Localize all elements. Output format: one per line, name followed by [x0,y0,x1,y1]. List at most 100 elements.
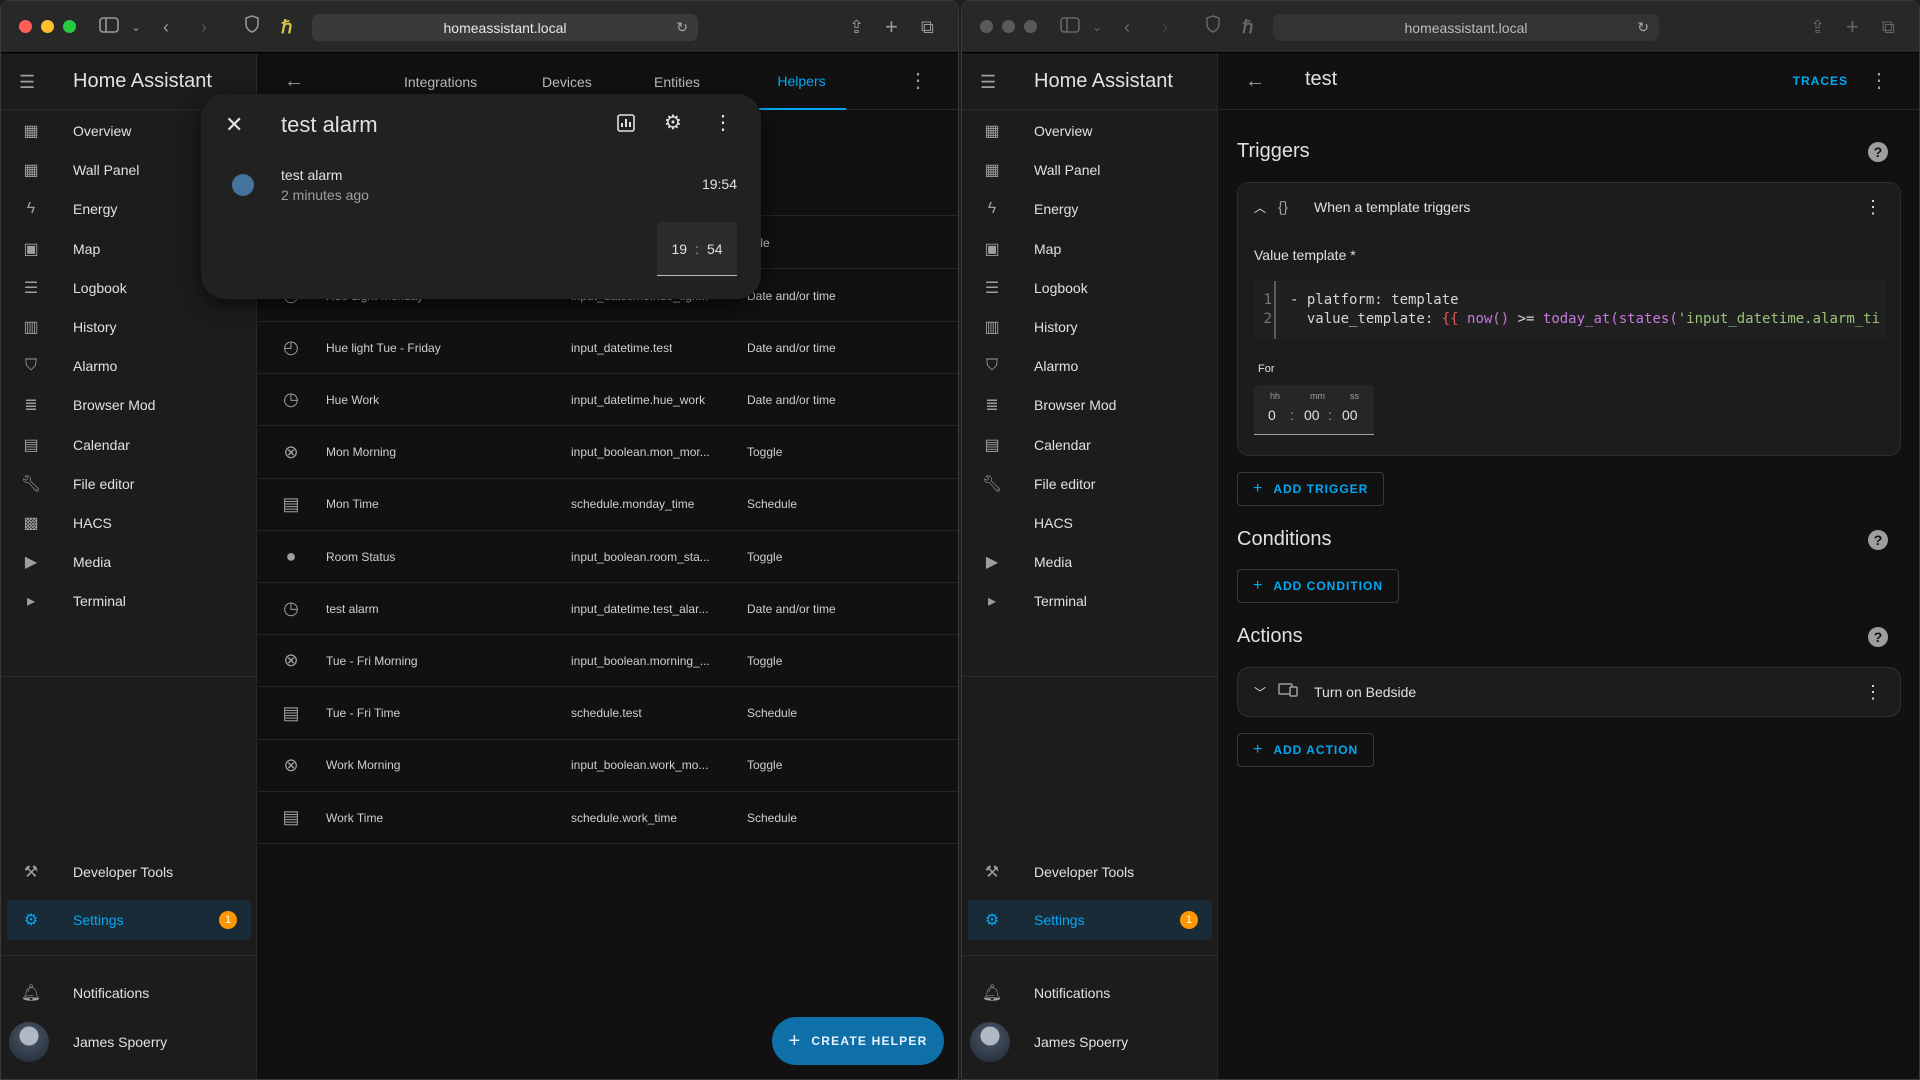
settings-cog-icon[interactable]: ⚙ [664,110,682,135]
back-nav-icon[interactable]: ‹ [163,15,169,39]
create-helper-button[interactable]: + CREATE HELPER [772,1017,944,1065]
share-icon[interactable]: ⇪ [849,15,864,39]
sidebar-item-file-editor[interactable]: 🔧︎ File editor [7,464,251,504]
forward-nav-icon[interactable]: › [1162,15,1168,39]
sidebar-item-browser-mod[interactable]: ≣ Browser Mod [968,385,1212,425]
shield-privacy-icon[interactable] [245,15,259,39]
add-condition-button[interactable]: + ADD CONDITION [1237,569,1400,603]
sidebar-item-history[interactable]: ▥ History [968,307,1212,347]
sidebar-toggle-icon[interactable] [1060,15,1080,39]
more-vert-icon[interactable]: ⋮ [1869,68,1889,93]
action-card-header[interactable]: ﹀ Turn on Bedside ⋮ [1238,668,1900,716]
back-arrow-icon[interactable]: ← [1245,70,1265,93]
help-icon[interactable]: ? [1868,627,1888,647]
hours-field[interactable]: 0 [1268,407,1276,423]
minute-field[interactable]: 54 [707,241,723,257]
duration-input[interactable]: hh mm ss 0 : 00 : 00 [1254,385,1374,435]
sidebar-item-alarmo[interactable]: ⛉ Alarmo [968,346,1212,386]
add-trigger-button[interactable]: + ADD TRIGGER [1237,472,1385,506]
sidebar-toggle-icon[interactable] [99,15,119,39]
help-icon[interactable]: ? [1868,530,1888,550]
window-zoom-button[interactable] [1024,20,1037,33]
extension-icon[interactable]: ℏ [1242,15,1253,39]
more-vert-icon[interactable]: ⋮ [908,68,928,93]
seconds-field[interactable]: 00 [1342,407,1358,423]
table-row[interactable]: ◷ test alarm input_datetime.test_alar... Da… [258,583,958,636]
sidebar-item-developer-tools[interactable]: ⚒ Developer Tools [7,852,251,892]
table-row[interactable]: ▤ Tue - Fri Time schedule.test Schedule [258,688,958,740]
new-tab-icon[interactable]: + [1846,15,1859,39]
sidebar-item-energy[interactable]: ϟ Energy [968,189,1212,229]
sidebar-item-settings[interactable]: ⚙ Settings 1 [968,900,1212,940]
chevron-down-icon[interactable]: ⌄ [1092,15,1102,39]
back-nav-icon[interactable]: ‹ [1124,15,1130,39]
table-row[interactable]: ◴ Hue light Tue - Friday input_datetime.te… [258,322,958,375]
window-close-button[interactable] [19,20,32,33]
sidebar-item-alarmo[interactable]: ⛉ Alarmo [7,346,251,386]
add-action-button[interactable]: + ADD ACTION [1237,733,1375,767]
close-icon[interactable]: ✕ [225,112,243,138]
sidebar-item-map[interactable]: ▣ Map [968,229,1212,269]
sidebar-item-logbook[interactable]: ☰ Logbook [968,268,1212,308]
sidebar-item-calendar[interactable]: ▤ Calendar [7,425,251,465]
chevron-up-icon[interactable]: ︿ [1254,199,1266,216]
code-editor[interactable]: 12 - platform: template value_template: … [1254,281,1886,339]
table-row[interactable]: ⊗ Tue - Fri Morning input_boolean.morning_… [258,635,958,688]
sidebar-item-media[interactable]: ▶ Media [7,542,251,582]
sidebar-item-wall-panel[interactable]: ▦ Wall Panel [968,150,1212,190]
sidebar-item-calendar[interactable]: ▤ Calendar [968,425,1212,465]
sidebar-item-developer-tools[interactable]: ⚒ Developer Tools [968,852,1212,892]
share-icon[interactable]: ⇪ [1810,15,1825,39]
reload-icon[interactable]: ↻ [1637,19,1649,36]
sidebar-item-media[interactable]: ▶ Media [968,542,1212,582]
table-row[interactable]: ▤ Work Time schedule.work_time Schedule [258,792,958,844]
more-vert-icon[interactable]: ⋮ [1864,682,1882,703]
sidebar-item-overview[interactable]: ▦ Overview [968,111,1212,151]
hour-field[interactable]: 19 [671,241,687,257]
extension-icon[interactable]: ℏ [281,15,292,39]
sidebar-item-history[interactable]: ▥ History [7,307,251,347]
chart-history-icon[interactable] [617,114,635,137]
window-zoom-button[interactable] [63,20,76,33]
table-row[interactable]: ⊗ Work Morning input_boolean.work_mo... Tog… [258,740,958,792]
sidebar-item-settings[interactable]: ⚙ Settings 1 [7,900,251,940]
more-vert-icon[interactable]: ⋮ [713,110,733,135]
sidebar-item-file-editor[interactable]: 🔧︎ File editor [968,464,1212,504]
address-bar[interactable]: homeassistant.local ↻ [312,14,698,41]
sidebar-item-notifications[interactable]: 🔔︎ Notifications [968,973,1212,1013]
window-minimize-button[interactable] [41,20,54,33]
table-row[interactable]: ▤ Mon Time schedule.monday_time Schedule [258,479,958,531]
new-tab-icon[interactable]: + [885,15,898,39]
shield-privacy-icon[interactable] [1206,15,1220,39]
traces-button[interactable]: TRACES [1793,74,1848,88]
sidebar-item-notifications[interactable]: 🔔︎ Notifications [7,973,251,1013]
reload-icon[interactable]: ↻ [676,19,688,36]
window-close-button[interactable] [980,20,993,33]
tab-overview-icon[interactable]: ⧉ [1882,15,1895,39]
more-vert-icon[interactable]: ⋮ [1864,197,1882,218]
sidebar-item-browser-mod[interactable]: ≣ Browser Mod [7,385,251,425]
table-row[interactable]: ● Room Status input_boolean.room_sta... Tog… [258,531,958,583]
table-row[interactable]: ⊗ Mon Morning input_boolean.mon_mor... Togg… [258,427,958,479]
sidebar-item-terminal[interactable]: ▸ Terminal [968,581,1212,621]
window-minimize-button[interactable] [1002,20,1015,33]
table-row[interactable]: ◷ Hue Work input_datetime.hue_work Date and… [258,374,958,427]
chevron-down-icon[interactable]: ⌄ [131,15,141,39]
address-bar[interactable]: homeassistant.local ↻ [1273,14,1659,41]
sidebar-item-profile[interactable]: James Spoerry [7,1018,251,1066]
minutes-field[interactable]: 00 [1304,407,1320,423]
sidebar-item-hacs[interactable]: HACS [968,503,1212,543]
forward-nav-icon[interactable]: › [201,15,207,39]
time-input[interactable]: 19 : 54 [657,222,737,276]
menu-icon[interactable]: ☰ [19,72,39,92]
tab-helpers[interactable]: Helpers [757,54,846,110]
tab-overview-icon[interactable]: ⧉ [921,15,934,39]
help-icon[interactable]: ? [1868,142,1888,162]
sidebar-item-terminal[interactable]: ▸ Terminal [7,581,251,621]
sidebar-item-hacs[interactable]: ▩ HACS [7,503,251,543]
chevron-down-icon[interactable]: ﹀ [1254,684,1266,701]
sidebar-item-profile[interactable]: James Spoerry [968,1018,1212,1066]
trigger-card-header[interactable]: ︿ {} When a template triggers ⋮ [1238,183,1900,231]
back-arrow-icon[interactable]: ← [284,70,304,93]
menu-icon[interactable]: ☰ [980,72,1000,92]
